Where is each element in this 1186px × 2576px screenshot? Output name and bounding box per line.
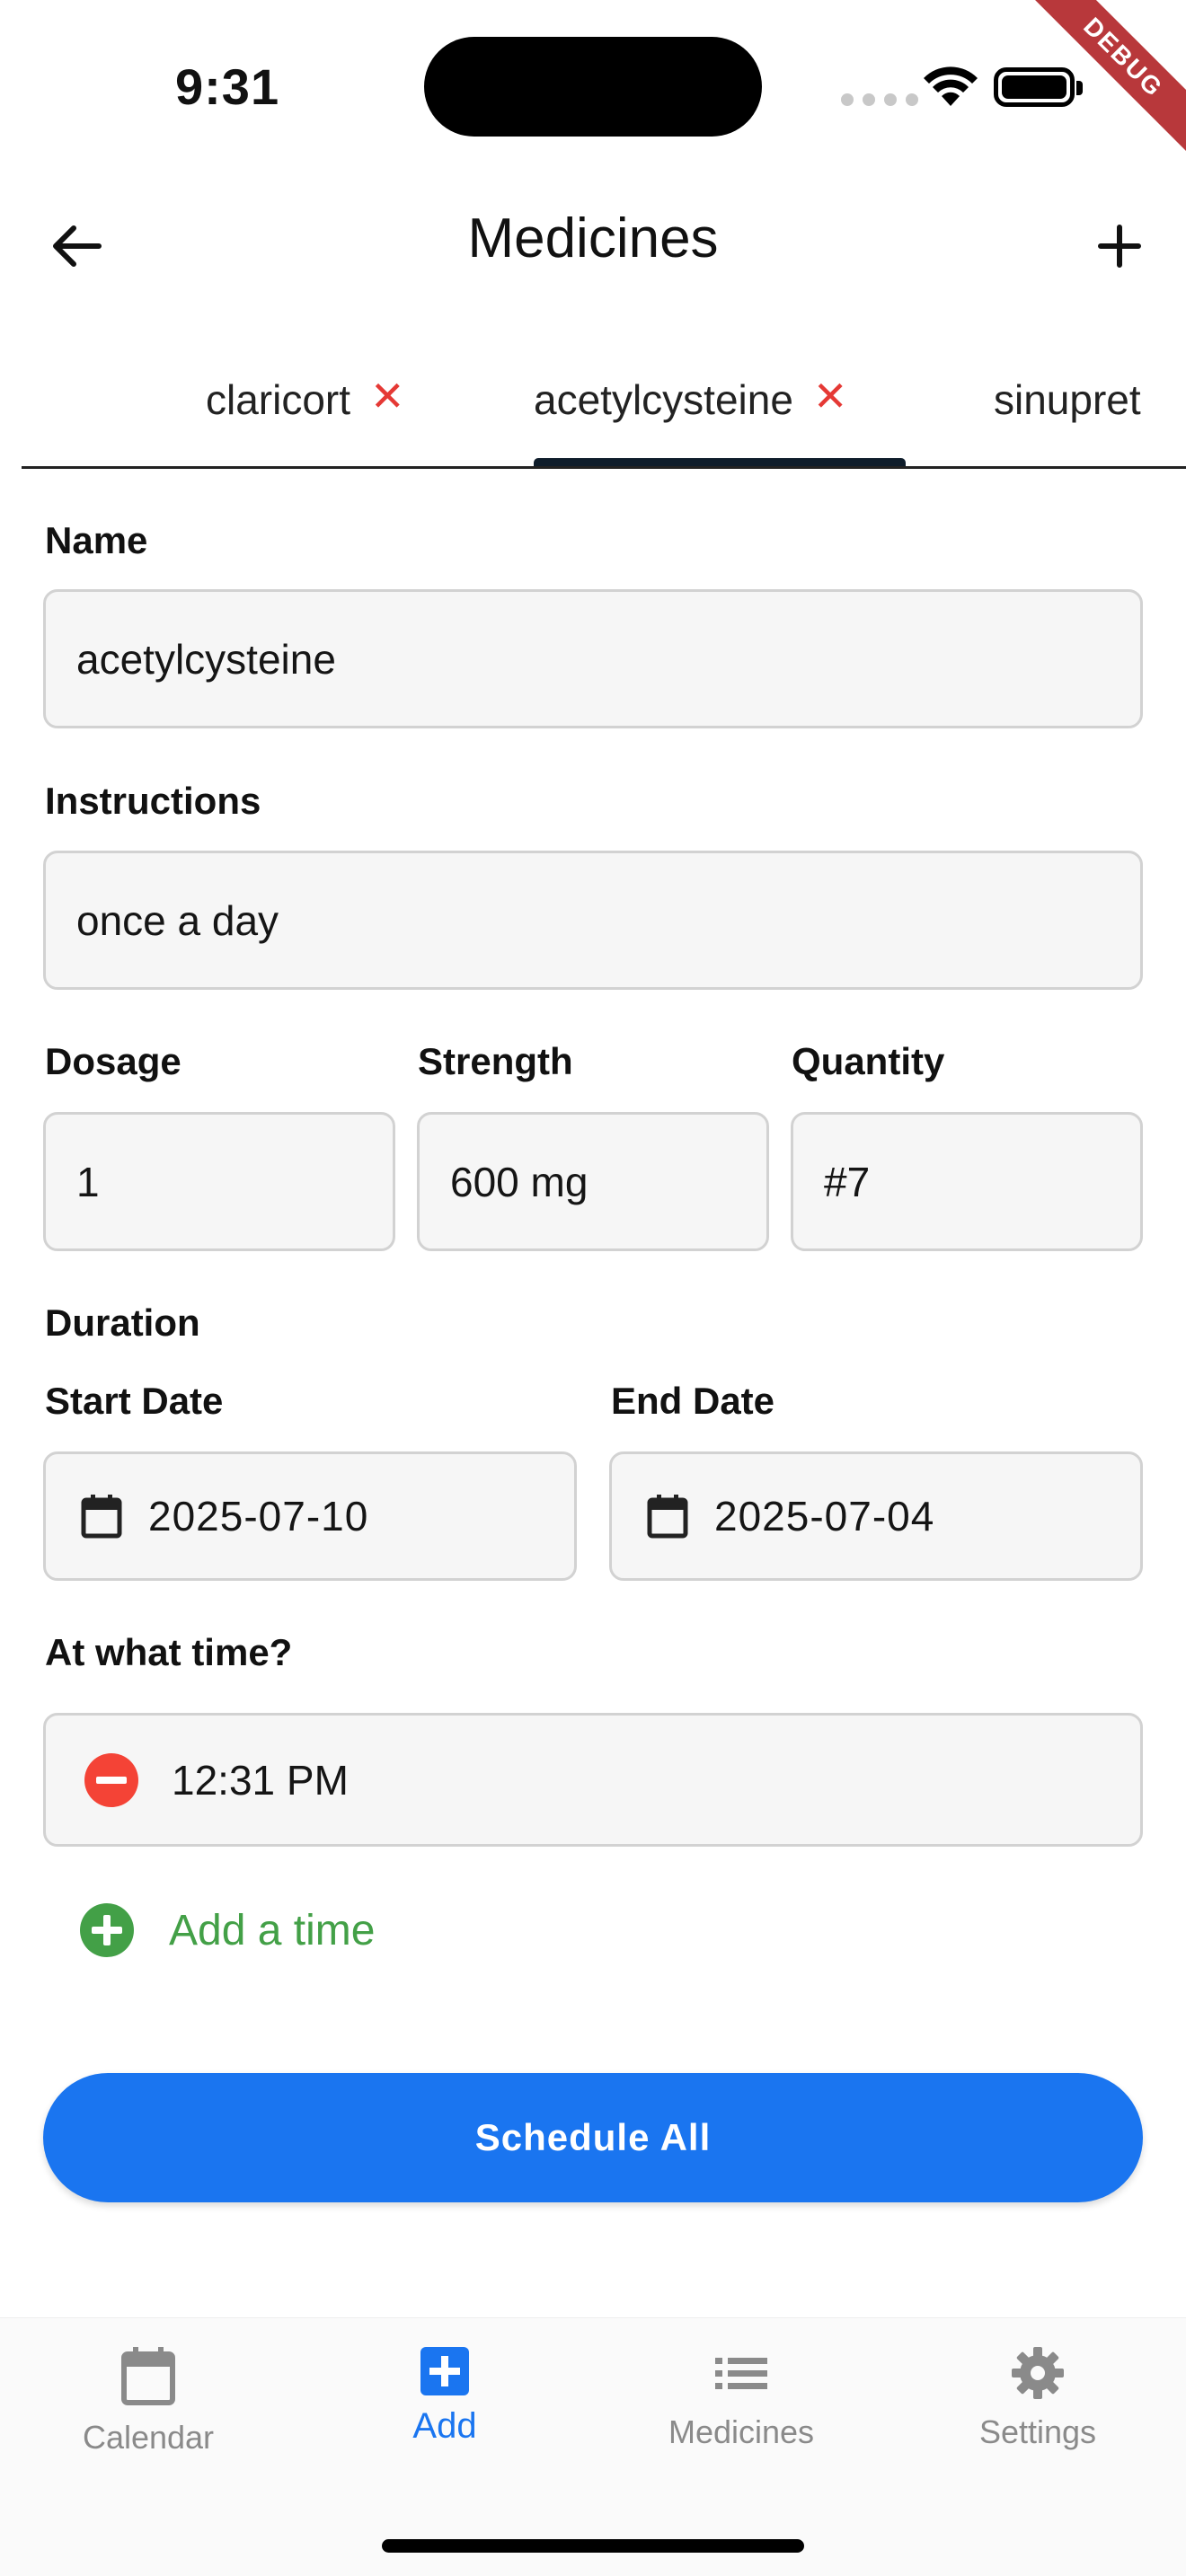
nav-item-add[interactable]: Add [296, 2345, 593, 2447]
nav-label: Medicines [668, 2413, 815, 2450]
tab-label: claricort [206, 376, 351, 423]
end-date-value: 2025-07-04 [714, 1493, 935, 1539]
add-time-label: Add a time [169, 1906, 376, 1954]
dynamic-island [424, 37, 762, 137]
quantity-value: #7 [824, 1158, 871, 1205]
dosage-value: 1 [76, 1158, 100, 1205]
duration-label: Duration [45, 1301, 200, 1344]
close-icon[interactable]: ✕ [370, 375, 405, 417]
signal-icon [841, 93, 918, 106]
tab-claricort[interactable]: claricort ✕ [206, 375, 405, 465]
nav-item-settings[interactable]: Settings [890, 2345, 1186, 2451]
list-icon [715, 2358, 767, 2389]
quantity-label: Quantity [792, 1040, 945, 1082]
add-circle-icon [80, 1903, 134, 1957]
name-field[interactable]: acetylcysteine [43, 589, 1143, 728]
time-value: 12:31 PM [172, 1756, 349, 1804]
calendar-icon [647, 1495, 688, 1539]
page-title: Medicines [467, 207, 719, 269]
schedule-all-button[interactable]: Schedule All [43, 2073, 1143, 2202]
start-date-field[interactable]: 2025-07-10 [43, 1451, 577, 1581]
tab-acetylcysteine[interactable]: acetylcysteine ✕ [534, 375, 847, 465]
calendar-icon [121, 2347, 175, 2405]
start-date-value: 2025-07-10 [148, 1493, 369, 1539]
close-icon[interactable]: ✕ [813, 375, 848, 417]
strength-label: Strength [418, 1040, 573, 1082]
add-medicine-button[interactable] [1087, 214, 1152, 278]
battery-icon [994, 67, 1083, 107]
app-screen: 9:31 DEBUG Medicines claricort ✕ acetylc… [0, 0, 1186, 2576]
time-row[interactable]: 12:31 PM [43, 1713, 1143, 1847]
add-box-icon [420, 2347, 469, 2395]
dosage-label: Dosage [45, 1040, 181, 1082]
dosage-field[interactable]: 1 [43, 1112, 395, 1251]
nav-item-calendar[interactable]: Calendar [0, 2345, 296, 2457]
tab-selected-indicator [534, 458, 906, 466]
remove-time-icon[interactable] [84, 1752, 139, 1808]
wifi-icon [924, 66, 978, 106]
status-time: 9:31 [175, 58, 280, 115]
end-date-label: End Date [611, 1380, 775, 1422]
time-label: At what time? [45, 1631, 293, 1673]
strength-value: 600 mg [450, 1158, 589, 1205]
quantity-field[interactable]: #7 [791, 1112, 1143, 1251]
name-label: Name [45, 519, 148, 561]
strength-field[interactable]: 600 mg [417, 1112, 769, 1251]
plus-icon [1098, 225, 1141, 268]
instructions-value: once a day [76, 896, 279, 944]
nav-item-medicines[interactable]: Medicines [593, 2345, 890, 2451]
instructions-label: Instructions [45, 780, 261, 822]
start-date-label: Start Date [45, 1380, 224, 1422]
add-time-button[interactable]: Add a time [79, 1902, 375, 1958]
tab-label: acetylcysteine [534, 376, 793, 423]
home-indicator [382, 2539, 804, 2553]
tab-sinupret[interactable]: sinupret [994, 375, 1141, 465]
calendar-icon [81, 1495, 122, 1539]
nav-label: Calendar [82, 2419, 215, 2456]
bottom-navigation: Calendar Add Medicines Settings [0, 2317, 1186, 2576]
end-date-field[interactable]: 2025-07-04 [609, 1451, 1143, 1581]
name-value: acetylcysteine [76, 635, 336, 683]
nav-label: Add [412, 2406, 477, 2446]
gear-icon [1012, 2347, 1064, 2399]
nav-label: Settings [978, 2413, 1097, 2450]
medicine-tabs: claricort ✕ acetylcysteine ✕ sinupret [22, 341, 1186, 469]
instructions-field[interactable]: once a day [43, 851, 1143, 990]
tab-label: sinupret [994, 376, 1141, 423]
